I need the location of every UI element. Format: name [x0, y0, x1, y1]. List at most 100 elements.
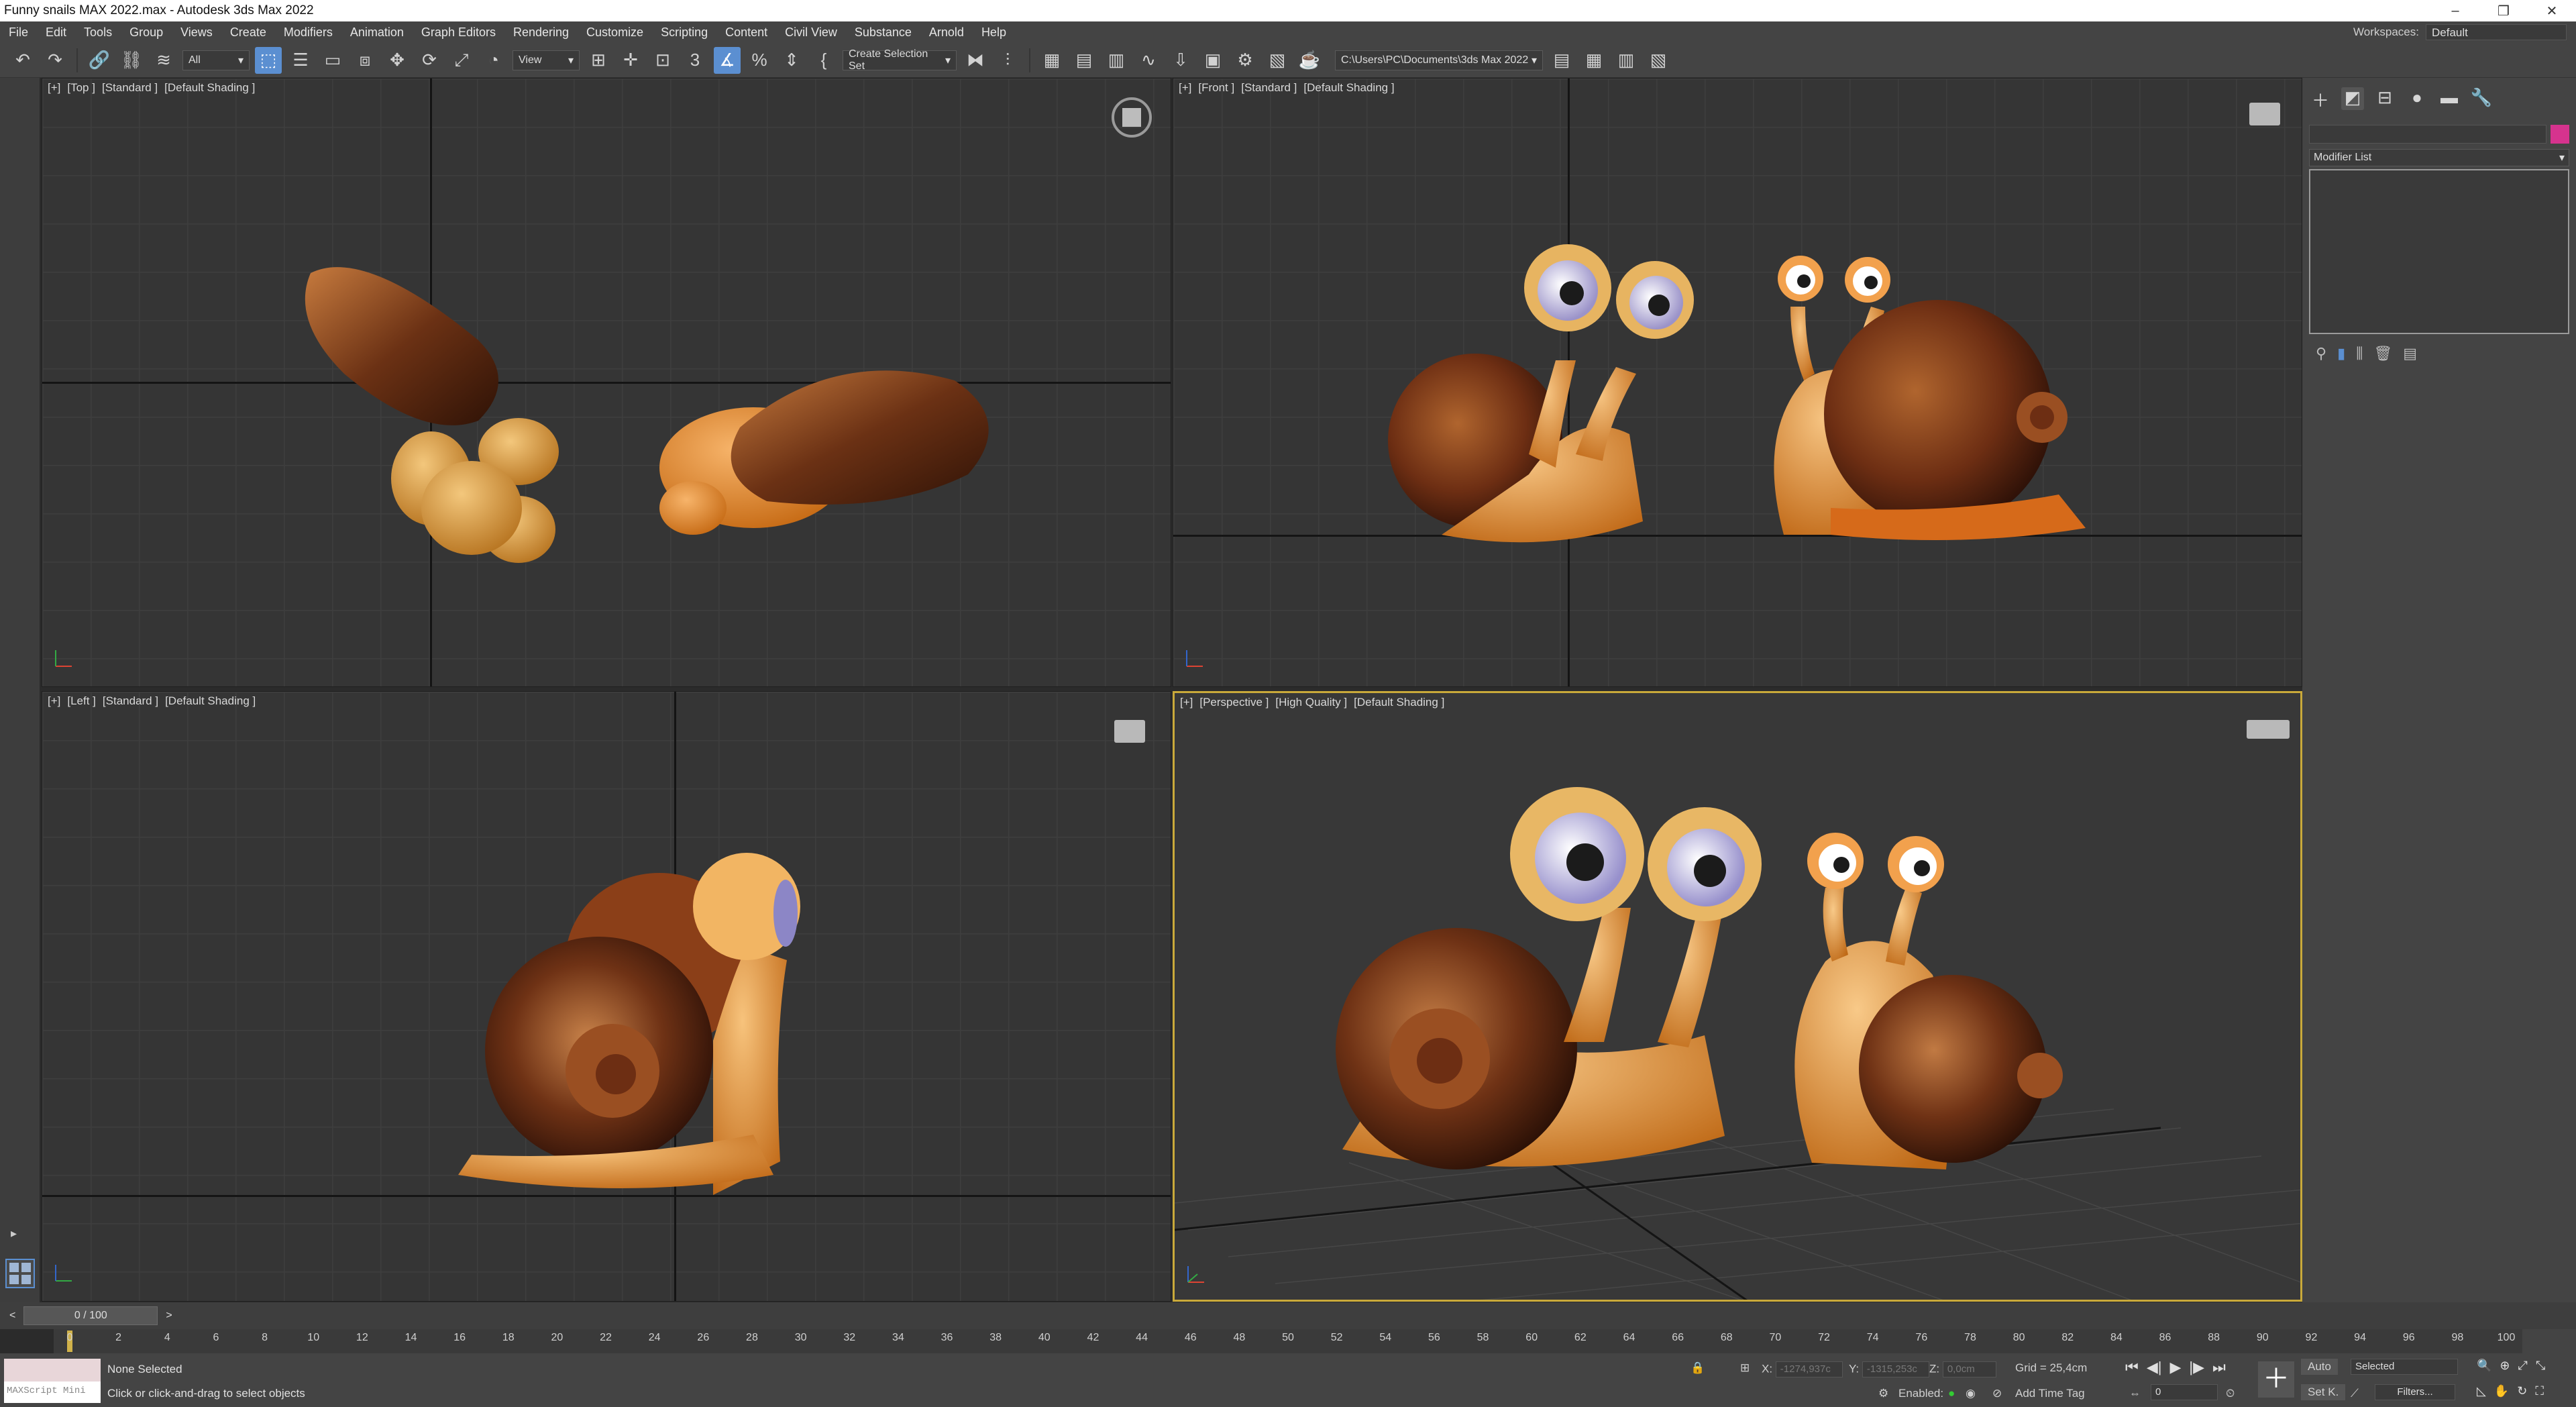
minimize-button[interactable]: – — [2431, 3, 2479, 19]
viewcube-icon[interactable] — [1114, 720, 1145, 743]
key-filter-dropdown[interactable]: Selected — [2351, 1359, 2458, 1375]
set-project-icon[interactable]: ▧ — [1645, 47, 1672, 74]
viewport-perspective[interactable]: [+] [Perspective ] [High Quality ] [Default… — [1173, 691, 2302, 1302]
hierarchy-tab-icon[interactable]: ⊟ — [2373, 87, 2396, 110]
zoom-all-icon[interactable]: ⊕ — [2500, 1359, 2510, 1373]
adaptive-degradation-icon[interactable]: ⚙ — [1878, 1387, 1888, 1400]
next-frame-icon[interactable]: > — [166, 1310, 172, 1322]
menu-tools[interactable]: Tools — [75, 25, 121, 40]
pivot-center-icon[interactable]: ⊞ — [585, 47, 612, 74]
orbit-icon[interactable]: ↻ — [2517, 1384, 2527, 1398]
menu-animation[interactable]: Animation — [341, 25, 413, 40]
menu-arnold[interactable]: Arnold — [920, 25, 973, 40]
select-object-icon[interactable]: ⬚ — [255, 46, 282, 74]
close-button[interactable]: ✕ — [2528, 3, 2576, 19]
rectangular-selection-icon[interactable]: ▭ — [319, 47, 346, 74]
unlink-icon[interactable]: ⛓ — [118, 47, 145, 74]
object-color-swatch[interactable] — [2551, 125, 2569, 144]
viewport-left[interactable]: [+] [Left ] [Standard ] [Default Shading ] — [42, 691, 1171, 1302]
viewcube-icon[interactable] — [1110, 96, 1153, 139]
angle-snap-icon[interactable]: ∡ — [714, 46, 741, 74]
set-key-icon[interactable]: ＋ — [2258, 1361, 2294, 1398]
move-icon[interactable]: ✥ — [384, 47, 411, 74]
maxscript-input[interactable]: MAXScript Mini — [4, 1382, 101, 1403]
time-configuration-icon[interactable]: ⏲ — [2226, 1387, 2235, 1400]
schematic-view-icon[interactable]: ⇩ — [1167, 47, 1194, 74]
snaps-toggle-icon[interactable]: 3 — [682, 47, 708, 74]
menu-content[interactable]: Content — [716, 25, 776, 40]
select-manipulate-icon[interactable]: ✛ — [617, 47, 644, 74]
scale-icon[interactable]: ⤢ — [448, 47, 475, 74]
current-frame-field[interactable]: 0 — [2151, 1384, 2218, 1400]
modify-tab-icon[interactable]: ◩ — [2341, 87, 2364, 110]
project-folder-icon[interactable]: ▥ — [1613, 47, 1640, 74]
scene-explorer-icon[interactable]: ▦ — [1038, 47, 1065, 74]
menu-views[interactable]: Views — [172, 25, 221, 40]
default-tangent-icon[interactable]: ⟋ — [2351, 1387, 2359, 1400]
snail-models-top[interactable] — [42, 79, 1171, 687]
configure-modifier-sets-icon[interactable]: ▤ — [2403, 345, 2417, 362]
select-by-name-icon[interactable]: ☰ — [287, 47, 314, 74]
project-folder-dropdown[interactable]: C:\Users\PC\Documents\3ds Max 2022 ▾ — [1335, 50, 1543, 70]
show-end-result-icon[interactable]: ▮ — [2337, 345, 2345, 362]
display-tab-icon[interactable]: ▬ — [2438, 87, 2461, 110]
viewport-label[interactable]: [+] [Perspective ] [High Quality ] [Default… — [1180, 696, 1451, 709]
material-editor-icon[interactable]: ▣ — [1199, 47, 1226, 74]
go-to-start-icon[interactable]: ⏮ — [2125, 1359, 2139, 1376]
menu-civil-view[interactable]: Civil View — [776, 25, 846, 40]
viewport-front[interactable]: [+] [Front ] [Standard ] [Default Shading ] — [1173, 78, 2302, 687]
make-unique-icon[interactable]: ⫼ — [2356, 345, 2363, 362]
create-project-icon[interactable]: ▦ — [1580, 47, 1607, 74]
ribbon-toggle-icon[interactable]: ▥ — [1103, 47, 1130, 74]
absolute-mode-icon[interactable]: ⊞ — [1740, 1361, 1750, 1375]
create-tab-icon[interactable]: ＋ — [2309, 87, 2332, 111]
key-filters-button[interactable]: Filters... — [2375, 1384, 2455, 1400]
menu-file[interactable]: File — [0, 25, 37, 40]
viewport-layout-icon[interactable] — [5, 1259, 35, 1288]
render-production-icon[interactable]: ☕ — [1296, 47, 1323, 74]
viewcube-icon[interactable] — [2249, 103, 2280, 125]
menu-rendering[interactable]: Rendering — [504, 25, 578, 40]
y-coordinate-field[interactable]: -1315,253c — [1862, 1361, 1929, 1377]
viewport-top[interactable]: [+] [Top ] [Standard ] [Default Shading ] — [42, 78, 1171, 687]
previous-frame-icon[interactable]: ◀| — [2147, 1359, 2162, 1376]
reference-coordinate-dropdown[interactable]: View ▾ — [513, 50, 580, 70]
key-mode-icon[interactable]: ⇔ — [2129, 1387, 2141, 1400]
zoom-icon[interactable]: 🔍 — [2477, 1359, 2491, 1373]
menu-group[interactable]: Group — [121, 25, 172, 40]
menu-create[interactable]: Create — [221, 25, 275, 40]
utilities-tab-icon[interactable]: 🔧 — [2470, 87, 2493, 110]
set-key-button[interactable]: Set K. — [2301, 1384, 2346, 1400]
layer-explorer-icon[interactable]: ▤ — [1071, 47, 1097, 74]
x-coordinate-field[interactable]: -1274,937c — [1775, 1361, 1843, 1377]
modifier-list-dropdown[interactable]: Modifier List ▾ — [2309, 149, 2569, 166]
menu-graph-editors[interactable]: Graph Editors — [413, 25, 504, 40]
object-name-input[interactable] — [2309, 125, 2546, 144]
lock-selection-icon[interactable]: 🔒 — [1690, 1361, 1705, 1375]
rotate-icon[interactable]: ⟳ — [416, 47, 443, 74]
play-icon[interactable]: ▶ — [2169, 1359, 2181, 1376]
pin-stack-icon[interactable]: ⚲ — [2316, 345, 2326, 362]
prev-frame-icon[interactable]: < — [9, 1310, 15, 1322]
mirror-icon[interactable]: ⧓ — [962, 47, 989, 74]
restore-button[interactable]: ❐ — [2479, 3, 2528, 19]
placement-icon[interactable]: ◔ — [480, 47, 507, 74]
auto-key-button[interactable]: Auto — [2301, 1359, 2338, 1375]
workspace-dropdown[interactable]: Default — [2426, 24, 2567, 40]
remove-modifier-icon[interactable]: 🗑 — [2373, 345, 2392, 362]
zoom-extents-all-icon[interactable]: ⤡ — [2536, 1359, 2545, 1373]
snail-models-left[interactable] — [42, 692, 1171, 1302]
maximize-viewport-icon[interactable]: ⛶ — [2535, 1384, 2544, 1398]
align-icon[interactable]: ⫶ — [994, 47, 1021, 74]
time-tag-icon[interactable]: ⊘ — [1992, 1387, 2002, 1400]
link-icon[interactable]: 🔗 — [86, 47, 113, 74]
time-tag-toggle-icon[interactable]: ◉ — [1966, 1387, 1976, 1400]
pan-icon[interactable]: ✋ — [2494, 1384, 2509, 1398]
window-crossing-icon[interactable]: ⧈ — [352, 47, 378, 74]
zoom-extents-icon[interactable]: ⤢ — [2518, 1359, 2528, 1373]
viewport-label[interactable]: [+] [Left ] [Standard ] [Default Shading ] — [48, 694, 262, 708]
viewport-label[interactable]: [+] [Top ] [Standard ] [Default Shading ] — [48, 81, 262, 95]
enabled-indicator-icon[interactable]: ● — [1948, 1387, 1955, 1400]
edit-named-selection-icon[interactable]: { — [810, 47, 837, 74]
menu-edit[interactable]: Edit — [37, 25, 75, 40]
